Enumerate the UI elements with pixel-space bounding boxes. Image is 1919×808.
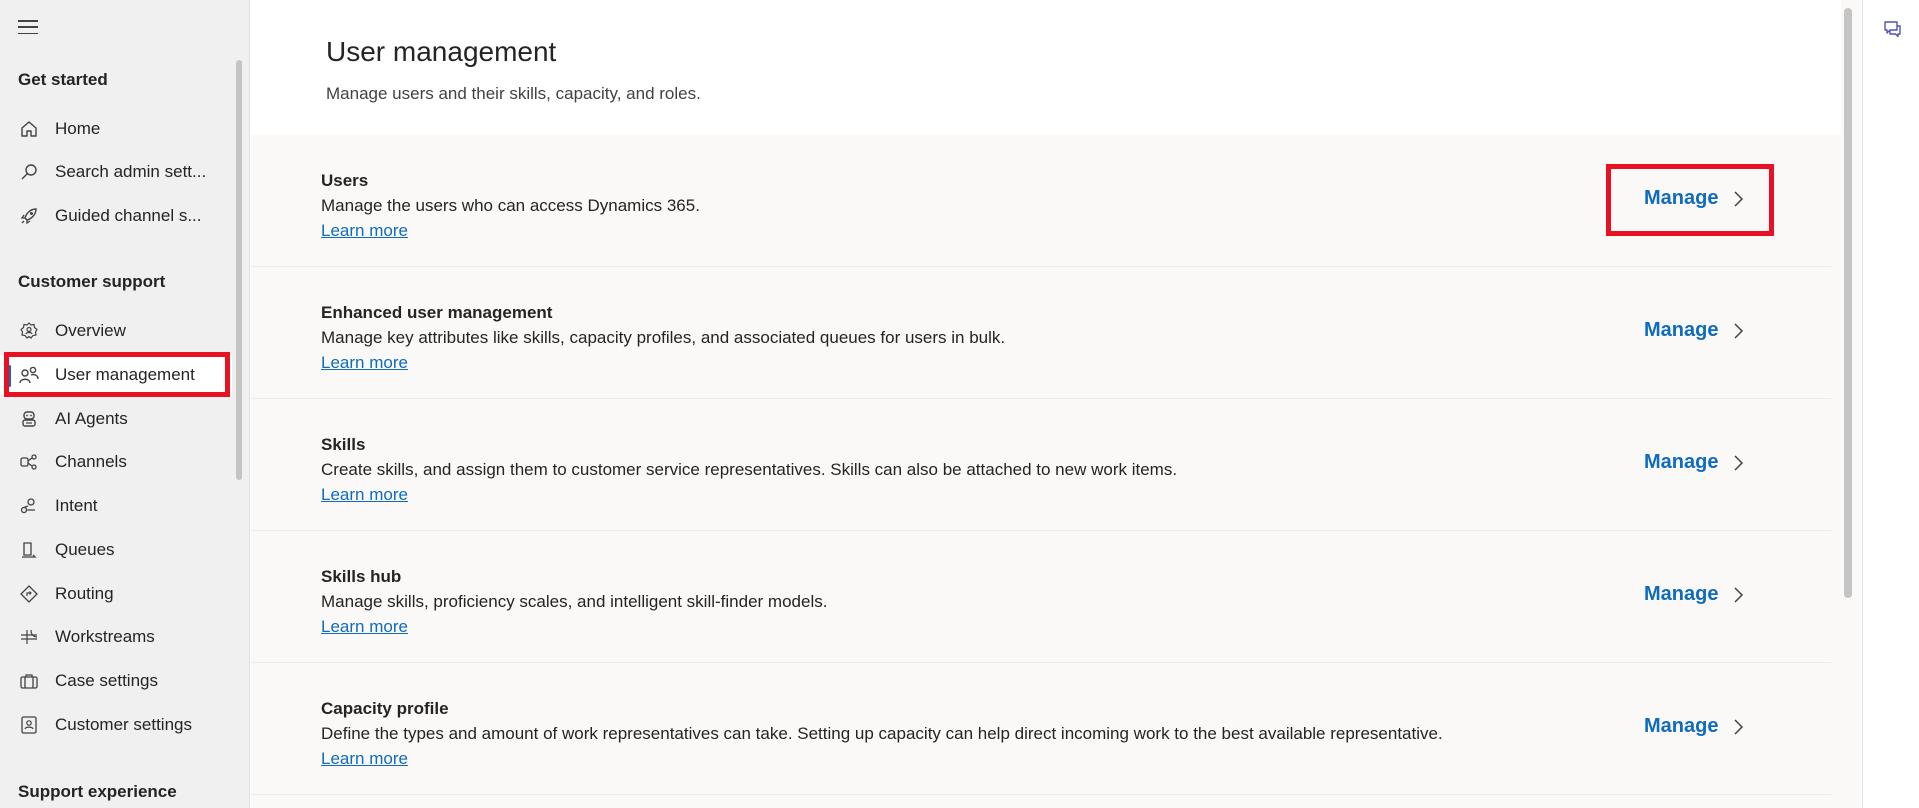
- home-icon: [17, 117, 41, 141]
- learn-more-link[interactable]: Learn more: [321, 749, 408, 769]
- sidebar-item-channels[interactable]: Channels: [0, 442, 232, 482]
- sidebar-item-label: Guided channel s...: [55, 206, 202, 225]
- row-description: Manage the users who can access Dynamics…: [321, 196, 700, 215]
- hamburger-menu-icon[interactable]: [18, 18, 40, 36]
- row-description: Manage key attributes like skills, capac…: [321, 328, 1006, 347]
- learn-more-link[interactable]: Learn more: [321, 485, 408, 505]
- sidebar-item-guided-channel-setup[interactable]: Guided channel s...: [0, 196, 232, 236]
- manage-skills-hub-button[interactable]: Manage: [1644, 583, 1746, 606]
- section-title-support-experience: Support experience: [18, 782, 177, 801]
- list-item-skills-hub: Skills hub Manage skills, proficiency sc…: [251, 531, 1831, 663]
- row-title: Skills: [321, 435, 366, 454]
- contact-card-icon: [17, 713, 41, 737]
- manage-label: Manage: [1644, 583, 1719, 605]
- sidebar-item-label: Search admin sett...: [55, 162, 207, 181]
- section-title-get-started: Get started: [18, 70, 108, 89]
- sidebar: Get started Home Search admin sett... Gu…: [0, 0, 250, 808]
- sidebar-item-overview[interactable]: Overview: [0, 311, 232, 351]
- sidebar-item-workstreams[interactable]: Workstreams: [0, 617, 232, 657]
- manage-skills-button[interactable]: Manage: [1644, 451, 1746, 474]
- sidebar-item-search-admin-settings[interactable]: Search admin sett...: [0, 152, 232, 192]
- sidebar-item-label: Workstreams: [55, 627, 155, 646]
- sidebar-item-customer-settings[interactable]: Customer settings: [0, 705, 232, 745]
- sidebar-item-label: Channels: [55, 452, 127, 471]
- sidebar-item-queues[interactable]: Queues: [0, 530, 232, 570]
- search-icon: [17, 160, 41, 184]
- manage-label: Manage: [1644, 319, 1719, 341]
- highlight-box: [1606, 164, 1774, 236]
- manage-capacity-profile-button[interactable]: Manage: [1644, 715, 1746, 738]
- channels-icon: [17, 450, 41, 474]
- list-item-capacity-profile: Capacity profile Define the types and am…: [251, 663, 1831, 795]
- intent-icon: [17, 494, 41, 518]
- learn-more-link[interactable]: Learn more: [321, 221, 408, 241]
- chevron-right-icon: [1732, 585, 1746, 605]
- manage-enhanced-user-management-button[interactable]: Manage: [1644, 319, 1746, 342]
- sidebar-item-label: Routing: [55, 584, 114, 603]
- workstreams-icon: [17, 625, 41, 649]
- row-title: Users: [321, 171, 369, 190]
- row-description: Manage skills, proficiency scales, and i…: [321, 592, 828, 611]
- sidebar-item-intent[interactable]: Intent: [0, 486, 232, 526]
- row-title: Enhanced user management: [321, 303, 553, 322]
- chevron-right-icon: [1732, 717, 1746, 737]
- sidebar-item-label: Queues: [55, 540, 115, 559]
- sidebar-item-label: AI Agents: [55, 409, 128, 428]
- sidebar-item-label: Case settings: [55, 671, 158, 690]
- queue-icon: [17, 538, 41, 562]
- section-title-customer-support: Customer support: [18, 272, 166, 291]
- row-description: Define the types and amount of work repr…: [321, 724, 1443, 743]
- routing-icon: [17, 582, 41, 606]
- highlight-box: [4, 352, 230, 397]
- list-item-users: Users Manage the users who can access Dy…: [251, 135, 1831, 267]
- overview-icon: [17, 319, 41, 343]
- sidebar-scrollbar[interactable]: [236, 60, 242, 480]
- row-description: Create skills, and assign them to custom…: [321, 460, 1178, 479]
- manage-label: Manage: [1644, 451, 1719, 473]
- main-content: User management Manage users and their s…: [251, 0, 1861, 808]
- sidebar-item-label: Overview: [55, 321, 126, 340]
- row-title: Skills hub: [321, 567, 402, 586]
- page-header: User management Manage users and their s…: [251, 0, 1841, 135]
- learn-more-link[interactable]: Learn more: [321, 353, 408, 373]
- chevron-right-icon: [1732, 453, 1746, 473]
- sidebar-item-label: Customer settings: [55, 715, 192, 734]
- main-scrollbar[interactable]: [1844, 8, 1852, 598]
- page-title: User management: [326, 36, 557, 67]
- list-item-enhanced-user-management: Enhanced user management Manage key attr…: [251, 267, 1831, 399]
- rocket-icon: [17, 204, 41, 228]
- page-subtitle: Manage users and their skills, capacity,…: [326, 84, 701, 103]
- manage-label: Manage: [1644, 715, 1719, 737]
- sidebar-item-case-settings[interactable]: Case settings: [0, 661, 232, 701]
- sidebar-item-home[interactable]: Home: [0, 109, 232, 149]
- sidebar-item-ai-agents[interactable]: AI Agents: [0, 399, 232, 439]
- bot-icon: [17, 407, 41, 431]
- chat-icon[interactable]: [1881, 18, 1905, 42]
- row-title: Capacity profile: [321, 699, 449, 718]
- right-rail: [1862, 0, 1919, 808]
- sidebar-item-label: Home: [55, 119, 101, 138]
- list-item-skills: Skills Create skills, and assign them to…: [251, 399, 1831, 531]
- sidebar-item-label: Intent: [55, 496, 98, 515]
- chevron-right-icon: [1732, 321, 1746, 341]
- briefcase-icon: [17, 669, 41, 693]
- learn-more-link[interactable]: Learn more: [321, 617, 408, 637]
- sidebar-item-routing[interactable]: Routing: [0, 574, 232, 614]
